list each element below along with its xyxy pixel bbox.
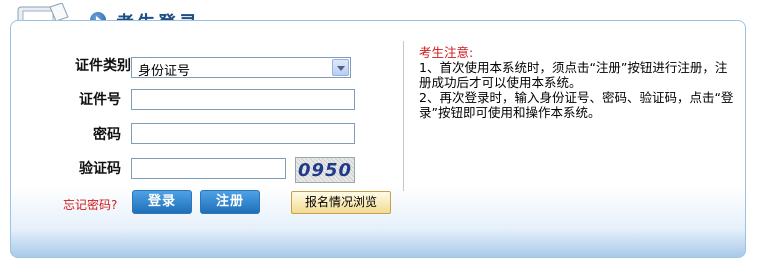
chevron-down-icon[interactable] bbox=[332, 59, 349, 76]
divider bbox=[403, 41, 404, 191]
id-type-select[interactable]: 身份证号 bbox=[131, 57, 351, 79]
id-number-input[interactable] bbox=[131, 89, 355, 110]
notice-line-1: 1、首次使用本系统时，须点击“注册”按钮进行注册，注册成功后才可以使用本系统。 bbox=[419, 60, 728, 90]
id-type-label: 证件类别 bbox=[75, 58, 131, 74]
captcha-input[interactable] bbox=[131, 158, 286, 179]
notice-line-2: 2、再次登录时，输入身份证号、密码、验证码，点击“登录”按钮即可使用和操作本系统… bbox=[419, 90, 734, 120]
notice-box: 考生注意: 1、首次使用本系统时，须点击“注册”按钮进行注册，注册成功后才可以使… bbox=[419, 45, 739, 120]
login-panel: 证件类别 身份证号 证件号 密码 验证码 0950 忘记密码? 登录 注册 报名… bbox=[10, 20, 746, 258]
password-label: 密码 bbox=[93, 127, 121, 143]
captcha-image[interactable]: 0950 bbox=[295, 157, 355, 183]
browse-registration-button[interactable]: 报名情况浏览 bbox=[291, 191, 391, 214]
id-type-value: 身份证号 bbox=[138, 64, 191, 79]
login-button[interactable]: 登录 bbox=[132, 190, 192, 214]
captcha-label: 验证码 bbox=[79, 161, 121, 177]
register-button[interactable]: 注册 bbox=[200, 190, 260, 214]
forgot-password-link[interactable]: 忘记密码? bbox=[63, 196, 117, 213]
id-number-label: 证件号 bbox=[79, 92, 121, 108]
password-input[interactable] bbox=[131, 123, 355, 144]
notice-title: 考生注意: bbox=[419, 45, 474, 60]
